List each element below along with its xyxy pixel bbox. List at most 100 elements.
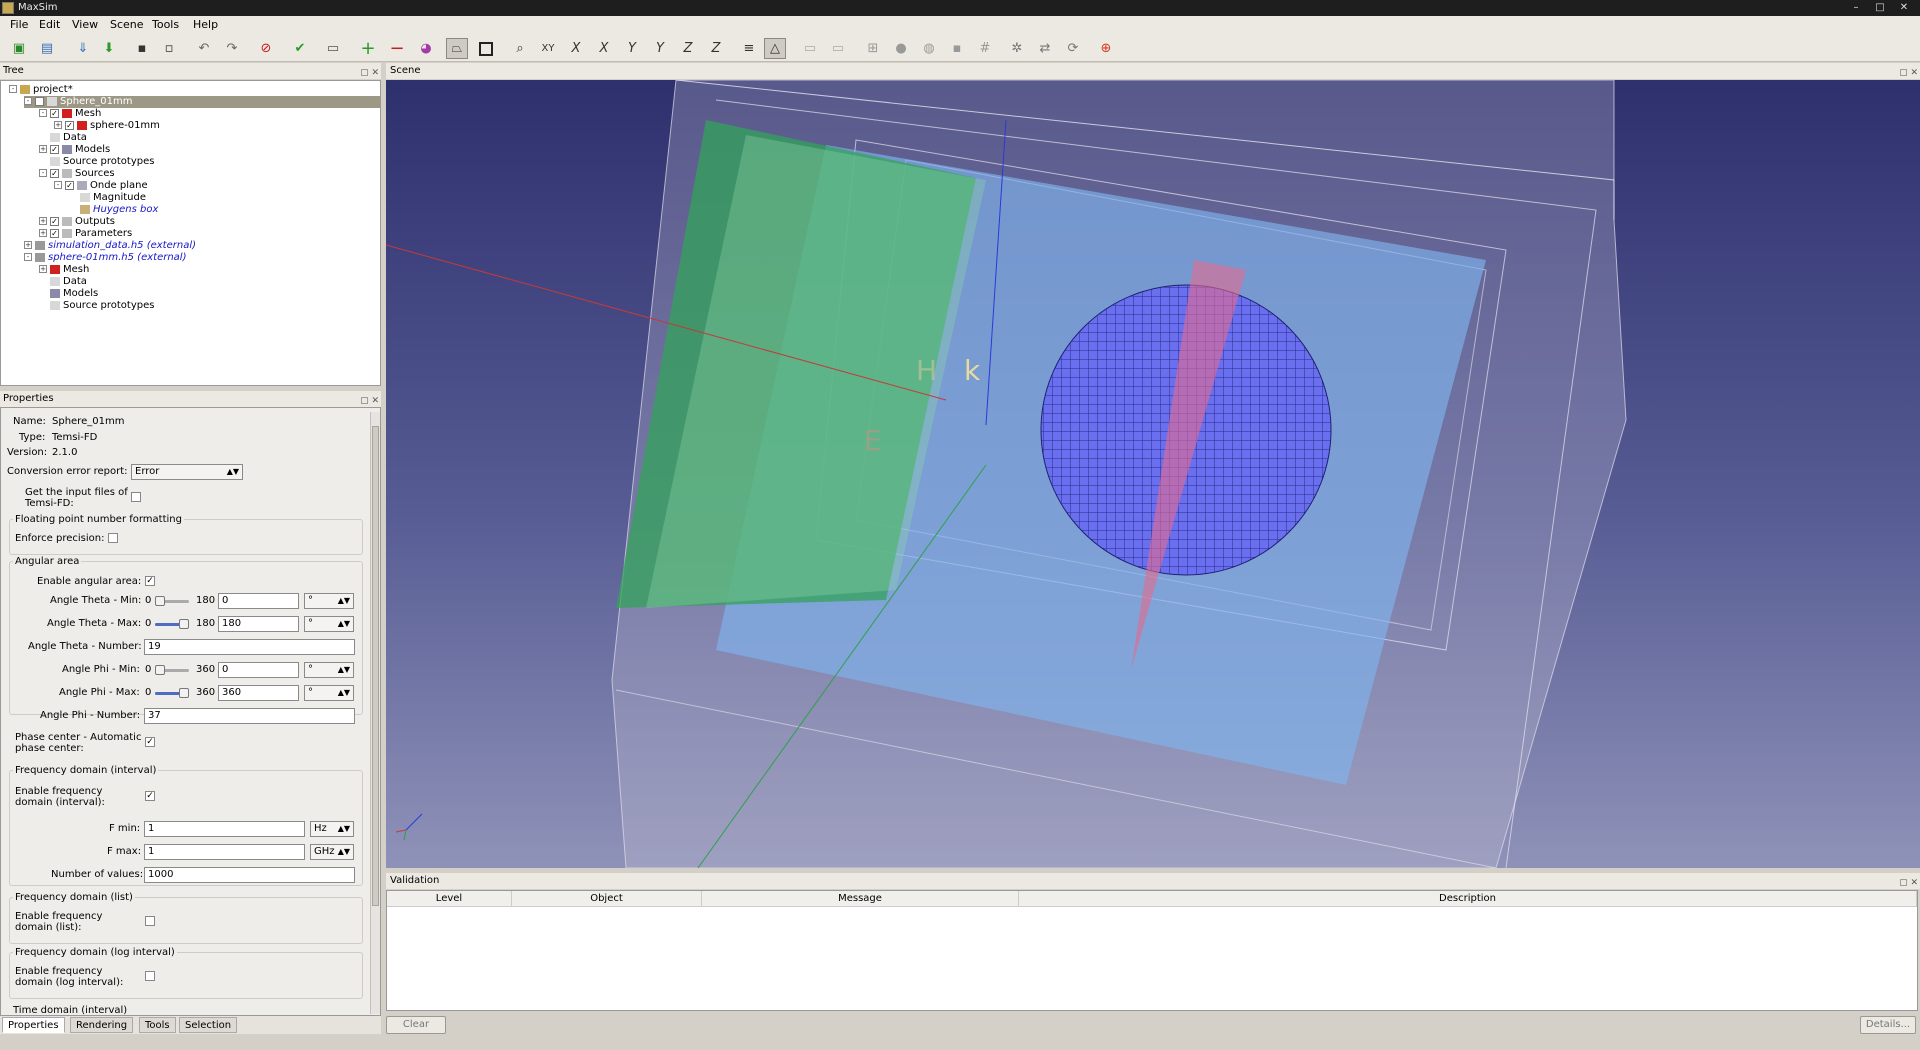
phi-min-input[interactable]: 0 xyxy=(218,662,299,678)
fit-icon[interactable]: ⊞ xyxy=(862,38,884,59)
collapse-icon[interactable]: - xyxy=(24,97,32,105)
phi-max-unit-select[interactable]: ° ▲▼ xyxy=(304,685,354,701)
zoom-icon[interactable]: ⌕ xyxy=(509,38,531,59)
layout-icon[interactable]: ▭ xyxy=(827,38,849,59)
phi-number-input[interactable]: 37 xyxy=(144,708,355,724)
column-description[interactable]: Description xyxy=(1019,891,1917,907)
mesh-icon[interactable]: # xyxy=(974,38,996,59)
fmin-input[interactable]: 1 xyxy=(144,821,305,837)
tree-item[interactable]: - ✓ Sources xyxy=(39,168,115,180)
color-icon[interactable]: ◕ xyxy=(415,38,437,59)
validate-icon[interactable]: ✔ xyxy=(289,38,311,59)
view-xy-icon[interactable]: XY xyxy=(537,38,559,59)
expand-icon[interactable]: + xyxy=(39,217,47,225)
import-icon[interactable]: ⇓ xyxy=(72,38,94,59)
dock-float-close-icon[interactable]: ▢ ✕ xyxy=(360,65,379,81)
expand-icon[interactable]: + xyxy=(39,145,47,153)
collapse-icon[interactable]: - xyxy=(39,109,47,117)
grid-off-icon[interactable]: ▭ xyxy=(799,38,821,59)
tree-item-checkbox[interactable]: ✓ xyxy=(50,228,59,238)
exchange-icon[interactable]: ⇄ xyxy=(1034,38,1056,59)
dock-float-close-icon[interactable]: ▢ ✕ xyxy=(1899,875,1918,891)
tree-item[interactable]: Huygens box xyxy=(69,204,158,216)
remove-icon[interactable]: − xyxy=(386,38,408,59)
conversion-error-select[interactable]: Error ▲▼ xyxy=(131,464,243,480)
phi-min-slider[interactable] xyxy=(155,665,189,675)
phase-center-checkbox[interactable]: ✓ xyxy=(145,737,155,747)
tree-item-checkbox[interactable]: ✓ xyxy=(50,216,59,226)
tree-item[interactable]: + ✓ Outputs xyxy=(39,216,115,228)
globe-icon[interactable]: ◍ xyxy=(918,38,940,59)
theta-number-input[interactable]: 19 xyxy=(144,639,355,655)
redo-icon[interactable]: ↷ xyxy=(221,38,243,59)
input-files-checkbox[interactable] xyxy=(131,492,141,502)
view-y-minus-icon[interactable]: Y xyxy=(649,38,671,59)
new-window-icon[interactable]: ▤ xyxy=(36,38,58,59)
scene-viewport[interactable]: H k E xyxy=(386,80,1920,868)
scrollbar-thumb[interactable] xyxy=(372,426,379,906)
theta-min-input[interactable]: 0 xyxy=(218,593,299,609)
theta-max-slider[interactable] xyxy=(155,619,189,629)
details-button[interactable]: Details... xyxy=(1860,1016,1916,1034)
menu-scene[interactable]: Scene xyxy=(110,18,144,31)
phi-max-input[interactable]: 360 xyxy=(218,685,299,701)
fmax-input[interactable]: 1 xyxy=(144,844,305,860)
tab-properties[interactable]: Properties xyxy=(2,1017,65,1033)
tree-item[interactable]: - sphere-01mm.h5 (external) xyxy=(24,252,187,264)
save-as-icon[interactable]: ▫ xyxy=(158,38,180,59)
tree-item-checkbox[interactable]: ✓ xyxy=(50,108,59,118)
equal-icon[interactable]: ≡ xyxy=(738,38,760,59)
tree-item-checkbox[interactable]: ✓ xyxy=(65,120,74,130)
view-z-minus-icon[interactable]: Z xyxy=(705,38,727,59)
dock-float-close-icon[interactable]: ▢ ✕ xyxy=(1899,65,1918,81)
add-icon[interactable]: + xyxy=(357,38,379,59)
phi-max-slider[interactable] xyxy=(155,688,189,698)
undo-icon[interactable]: ↶ xyxy=(193,38,215,59)
column-object[interactable]: Object xyxy=(512,891,702,907)
tree-item[interactable]: + ✓ Models xyxy=(39,144,110,156)
theta-min-slider[interactable] xyxy=(155,596,189,606)
tree-item[interactable]: + ✓ sphere-01mm xyxy=(54,120,160,132)
expand-icon[interactable]: + xyxy=(24,241,32,249)
stop-icon[interactable]: ⊘ xyxy=(255,38,277,59)
column-message[interactable]: Message xyxy=(702,891,1019,907)
view-z-plus-icon[interactable]: Z xyxy=(677,38,699,59)
phi-min-unit-select[interactable]: ° ▲▼ xyxy=(304,662,354,678)
menu-help[interactable]: Help xyxy=(193,18,218,31)
enable-frequency-list-checkbox[interactable] xyxy=(145,916,155,926)
theta-max-unit-select[interactable]: ° ▲▼ xyxy=(304,616,354,632)
clear-button[interactable]: Clear xyxy=(386,1016,446,1034)
tree-item[interactable]: - ✓ Onde plane xyxy=(54,180,148,192)
enforce-precision-checkbox[interactable] xyxy=(108,533,118,543)
collapse-icon[interactable]: - xyxy=(54,181,62,189)
collapse-icon[interactable]: - xyxy=(24,253,32,261)
expand-icon[interactable]: + xyxy=(39,229,47,237)
tree-item[interactable]: + Mesh xyxy=(39,264,89,276)
box-icon[interactable]: ▪ xyxy=(946,38,968,59)
number-of-values-input[interactable]: 1000 xyxy=(144,867,355,883)
expand-icon[interactable]: + xyxy=(54,121,62,129)
enable-frequency-interval-checkbox[interactable]: ✓ xyxy=(145,791,155,801)
triangle-icon[interactable]: △ xyxy=(764,38,786,59)
tree-item[interactable]: - ✓ Sphere_01mm xyxy=(24,96,380,108)
download-icon[interactable]: ⬇ xyxy=(98,38,120,59)
minimize-icon[interactable]: – xyxy=(1846,1,1866,15)
tree-item[interactable]: Magnitude xyxy=(69,192,146,204)
new-project-icon[interactable]: ▣ xyxy=(8,38,30,59)
save-icon[interactable]: ▪ xyxy=(131,38,153,59)
collapse-icon[interactable]: - xyxy=(39,169,47,177)
enable-angular-checkbox[interactable]: ✓ xyxy=(145,576,155,586)
column-level[interactable]: Level xyxy=(387,891,512,907)
tab-rendering[interactable]: Rendering xyxy=(70,1017,134,1033)
menu-tools[interactable]: Tools xyxy=(152,18,179,31)
tree-item-checkbox[interactable]: ✓ xyxy=(50,144,59,154)
tree-item-checkbox[interactable]: ✓ xyxy=(35,96,44,106)
tree-item-checkbox[interactable]: ✓ xyxy=(65,180,74,190)
tree-item[interactable]: Data xyxy=(39,276,87,288)
tab-selection[interactable]: Selection xyxy=(179,1017,238,1033)
tree-item[interactable]: - ✓ Mesh xyxy=(39,108,101,120)
settings-icon[interactable]: ✲ xyxy=(1006,38,1028,59)
fmax-unit-select[interactable]: GHz ▲▼ xyxy=(310,844,354,860)
tab-tools[interactable]: Tools xyxy=(139,1017,176,1033)
theta-max-input[interactable]: 180 xyxy=(218,616,299,632)
